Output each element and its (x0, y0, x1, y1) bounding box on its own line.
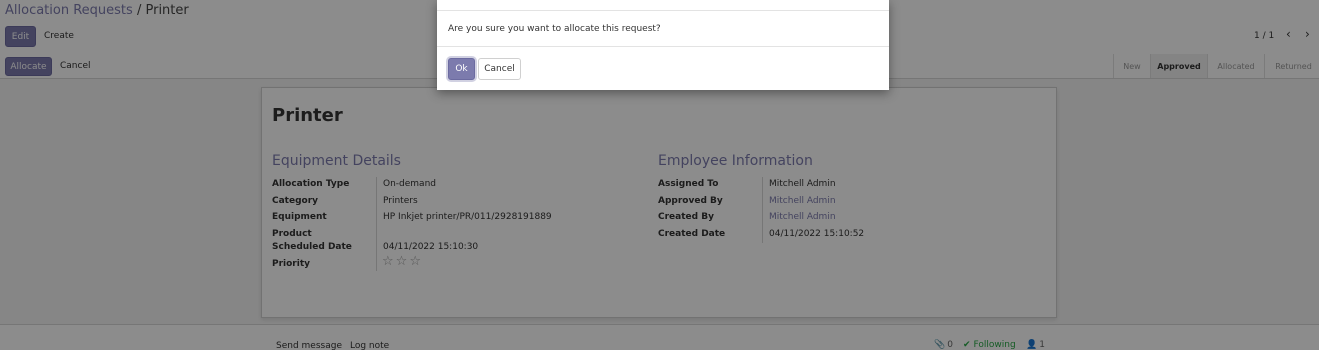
dialog-footer-divider (437, 46, 889, 47)
dialog-cancel-button[interactable]: Cancel (478, 58, 521, 80)
dialog-message: Are you sure you want to allocate this r… (448, 24, 661, 34)
ok-button[interactable]: Ok (448, 58, 475, 80)
dialog-header (437, 0, 889, 11)
